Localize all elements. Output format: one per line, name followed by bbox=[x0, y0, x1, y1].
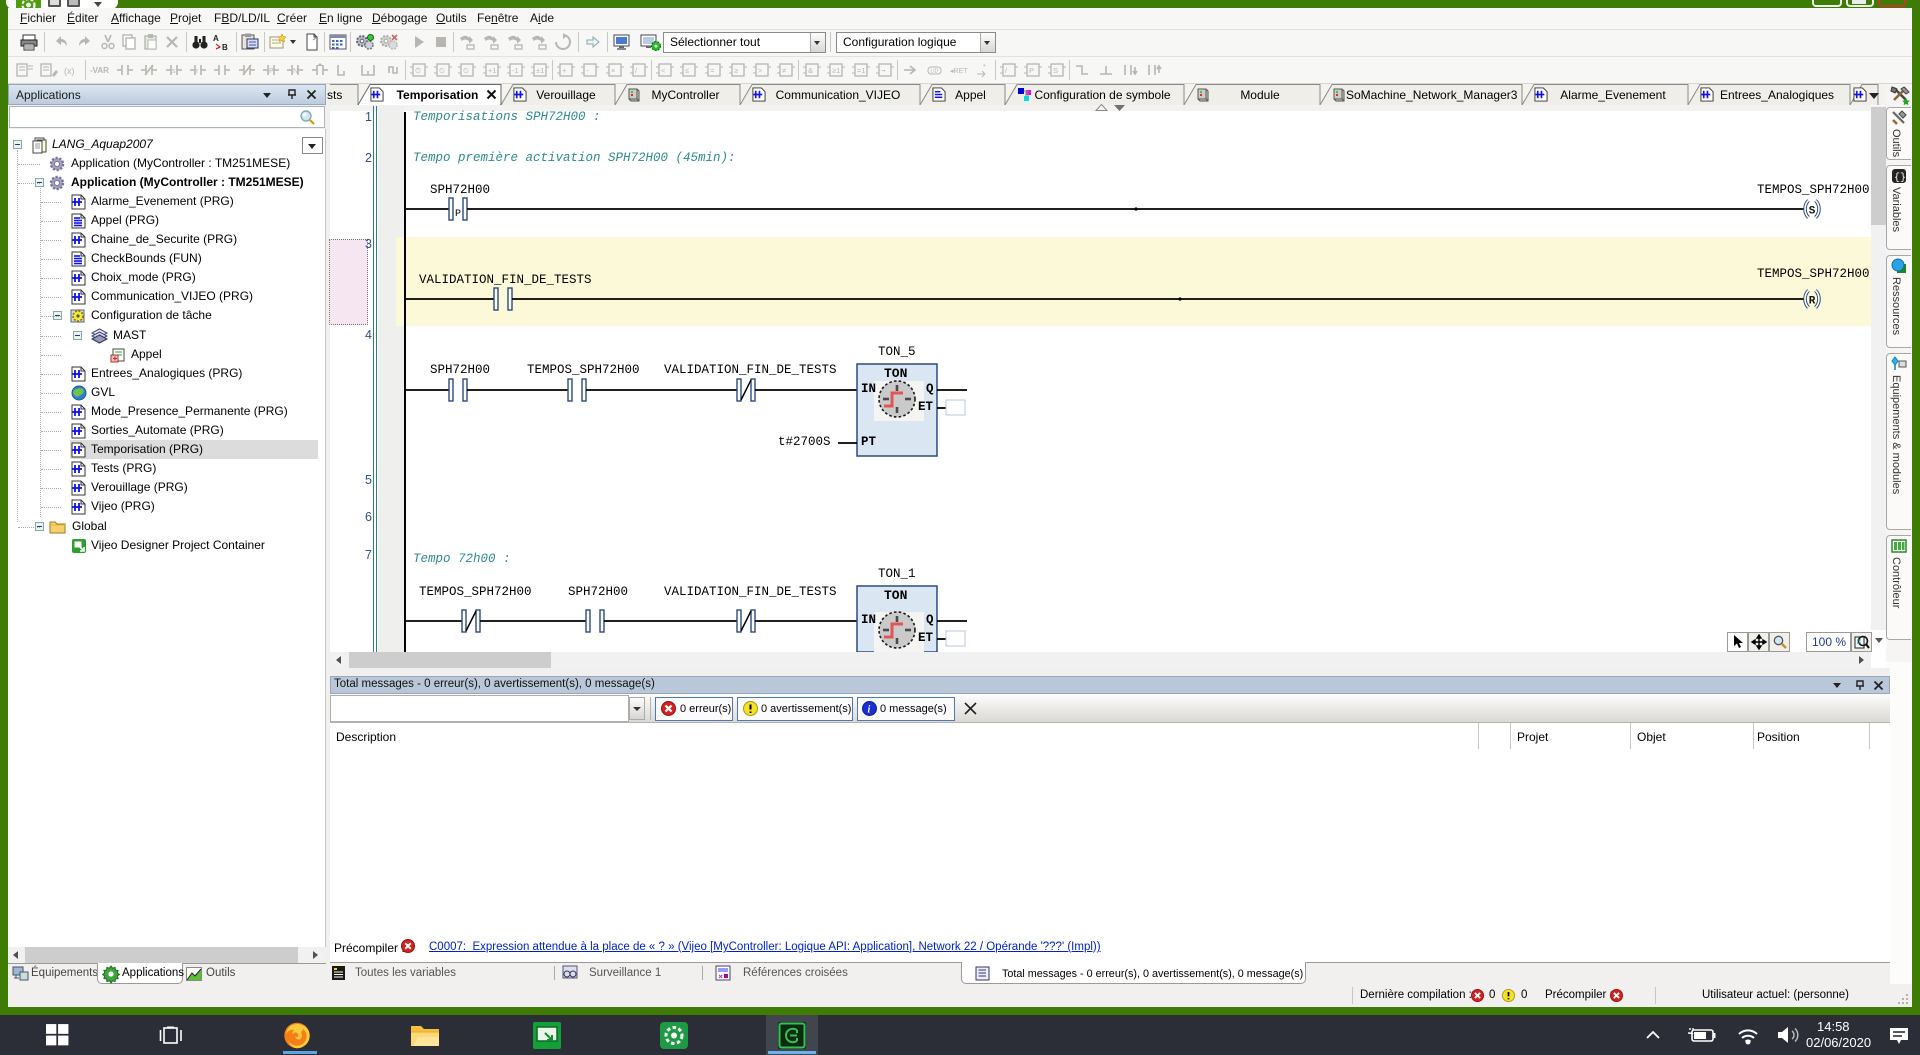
svg-text:N: N bbox=[293, 68, 298, 75]
svg-text:±1: ±1 bbox=[536, 66, 544, 75]
svg-text:>: > bbox=[758, 66, 763, 75]
svg-text:×: × bbox=[611, 66, 615, 75]
svg-text:=1: =1 bbox=[857, 66, 866, 75]
svg-text:≥: ≥ bbox=[734, 66, 738, 75]
svg-text:P: P bbox=[269, 68, 274, 75]
svg-text:⏲: ⏲ bbox=[463, 66, 469, 75]
svg-text:S: S bbox=[1809, 206, 1816, 218]
svg-text:+: + bbox=[562, 66, 567, 75]
svg-text:B: B bbox=[222, 43, 228, 52]
svg-text:s: s bbox=[172, 68, 176, 75]
svg-text:+1: +1 bbox=[488, 66, 497, 75]
svg-text:(x): (x) bbox=[64, 66, 75, 76]
svg-text:=: = bbox=[710, 66, 715, 75]
svg-text:P: P bbox=[1029, 66, 1034, 75]
svg-text:-VAR: -VAR bbox=[90, 66, 109, 75]
svg-text:*: * bbox=[983, 64, 986, 71]
svg-text:≠: ≠ bbox=[782, 66, 786, 75]
svg-text:≤: ≤ bbox=[685, 66, 689, 75]
svg-text:-: - bbox=[586, 66, 589, 75]
svg-text:i: i bbox=[868, 705, 871, 716]
svg-text:⏲: ⏲ bbox=[439, 66, 445, 75]
svg-text:≥1: ≥1 bbox=[832, 66, 840, 75]
svg-text:S: S bbox=[1053, 66, 1058, 75]
svg-text:/: / bbox=[1005, 66, 1008, 75]
svg-text:⏱: ⏱ bbox=[415, 66, 421, 75]
svg-text:r: r bbox=[196, 68, 199, 75]
svg-text:LID: LID bbox=[931, 69, 939, 75]
svg-text:&: & bbox=[808, 66, 813, 75]
svg-text:R: R bbox=[1809, 296, 1816, 308]
svg-text:P: P bbox=[455, 209, 461, 220]
svg-text:A: A bbox=[213, 34, 219, 43]
svg-text:<: < bbox=[661, 66, 666, 75]
svg-text:{}: {} bbox=[1894, 172, 1906, 184]
svg-text:/: / bbox=[635, 66, 638, 75]
svg-text:-1: -1 bbox=[512, 66, 519, 75]
svg-text:¬: ¬ bbox=[881, 66, 886, 75]
svg-text:◂RET: ◂RET bbox=[950, 68, 968, 75]
